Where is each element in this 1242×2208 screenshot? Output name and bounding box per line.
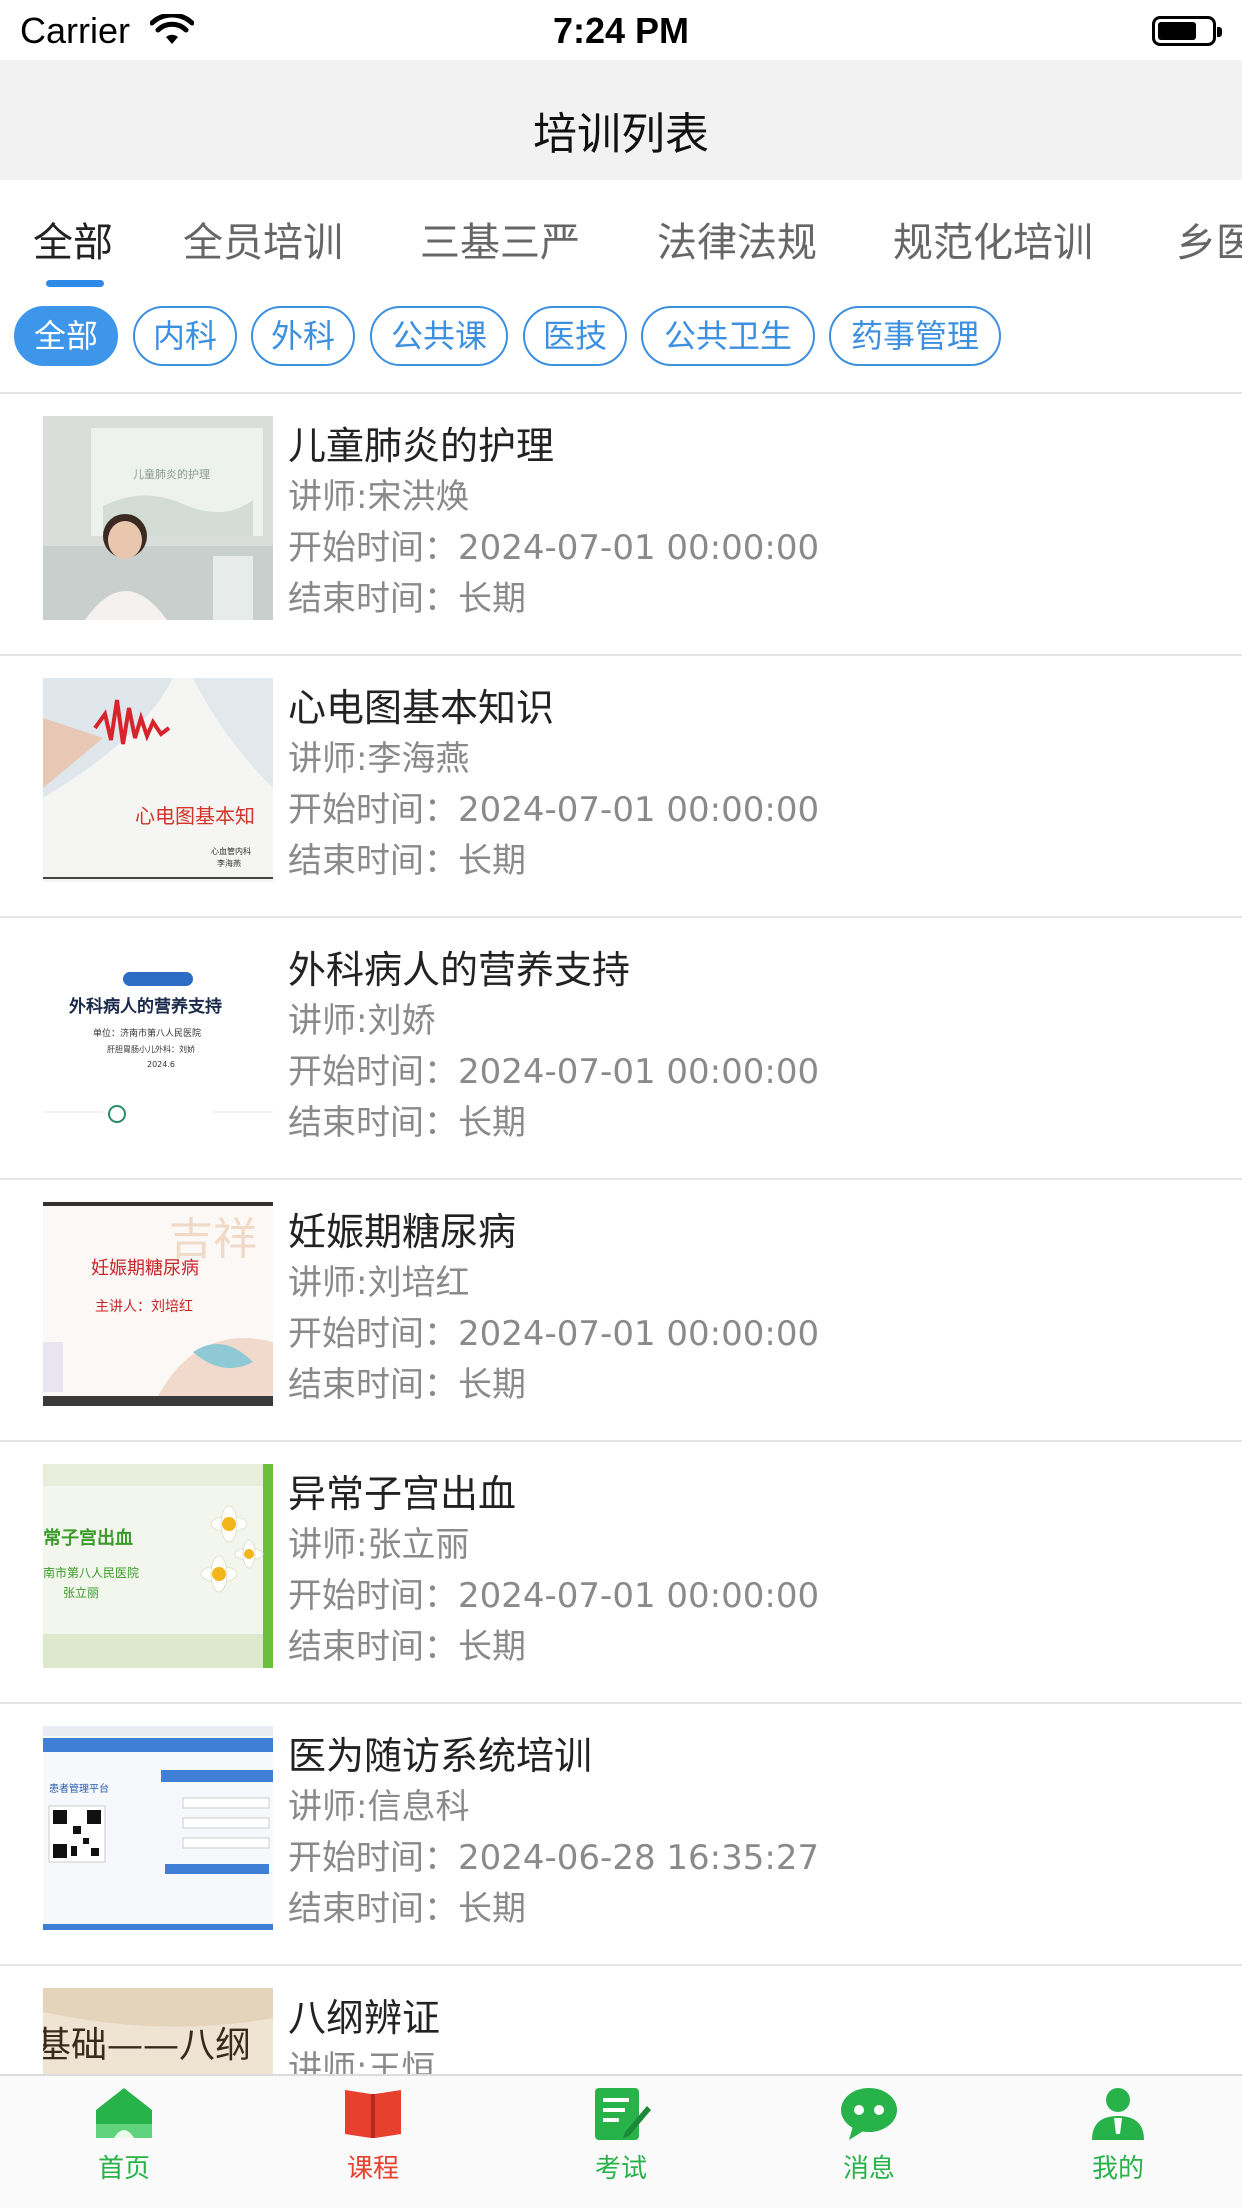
tab-standardized-training[interactable]: 规范化培训: [893, 210, 1093, 268]
navigation-bar: 培训列表: [0, 60, 1242, 180]
course-teacher: 讲师:刘培红: [288, 1263, 470, 1303]
thumbnail-caption: 基础——八纲: [43, 2025, 252, 2066]
course-start-time: 开始时间：2024-07-01 00:00:00: [288, 790, 820, 830]
tab-three-basics[interactable]: 三基三严: [420, 210, 580, 268]
course-end-time: 结束时间：长期: [288, 1103, 526, 1143]
thumbnail-caption-sub: 2024.6: [147, 1060, 175, 1069]
course-title: 外科病人的营养支持: [288, 948, 631, 992]
course-item[interactable]: 患者管理平台 医为随访系统培训 讲师:信息科 开始时间：2024-06-28 1…: [0, 1704, 1242, 1966]
category-tabs: 全部 全员培训 三基三严 法律法规 规范化培训 乡医: [0, 180, 1242, 292]
course-end-time: 结束时间：长期: [288, 1889, 526, 1929]
course-thumbnail: 患者管理平台: [43, 1726, 273, 1930]
course-start-time: 开始时间：2024-07-01 00:00:00: [288, 1052, 820, 1092]
course-teacher: 讲师:张立丽: [288, 1525, 470, 1565]
course-item[interactable]: 心电图基本知 心血管内科 李海燕 心电图基本知识 讲师:李海燕 开始时间：202…: [0, 656, 1242, 918]
chip-medical-technology[interactable]: 医技: [523, 306, 627, 366]
course-start-time: 开始时间：2024-07-01 00:00:00: [288, 528, 820, 568]
exam-icon: [595, 2088, 651, 2140]
course-thumbnail: 基础——八纲: [43, 1988, 273, 2074]
course-item[interactable]: 吉祥 妊娠期糖尿病 主讲人：刘培红 妊娠期糖尿病 讲师:刘培红 开始时间：202…: [0, 1180, 1242, 1442]
course-thumbnail: 心电图基本知 心血管内科 李海燕: [43, 678, 273, 882]
course-item[interactable]: 常子宫出血 南市第八人民医院 张立丽 异常子宫出血 讲师:张立丽 开始时间：20…: [0, 1442, 1242, 1704]
thumbnail-caption: 常子宫出血: [43, 1528, 133, 1549]
thumbnail-caption-sub: 李海燕: [217, 859, 241, 868]
course-title: 医为随访系统培训: [288, 1734, 593, 1778]
course-item[interactable]: 儿童肺炎的护理 儿童肺炎的护理 讲师:宋洪焕 开始时间：2024-07-01 0…: [0, 394, 1242, 656]
course-teacher: 讲师:宋洪焕: [288, 477, 470, 517]
tabbar-label: 考试: [594, 2154, 647, 2184]
thumbnail-caption-sub: 心血管内科: [211, 847, 251, 856]
course-title: 异常子宫出血: [288, 1472, 517, 1516]
course-thumbnail: 儿童肺炎的护理: [43, 416, 273, 620]
tab-all[interactable]: 全部: [33, 210, 113, 268]
tabbar-home[interactable]: 首页: [44, 2084, 204, 2204]
tabbar-messages[interactable]: 消息: [789, 2084, 949, 2204]
tabbar-exam[interactable]: 考试: [541, 2084, 701, 2204]
chip-pharmacy-management[interactable]: 药事管理: [829, 306, 1001, 366]
thumbnail-caption-sub: 张立丽: [63, 1586, 100, 1600]
tab-all-staff-training[interactable]: 全员培训: [183, 210, 343, 268]
tabbar-label: 消息: [842, 2154, 895, 2184]
clock-time: 7:24 PM: [552, 10, 690, 51]
course-start-time: 开始时间：2024-07-01 00:00:00: [288, 1576, 820, 1616]
course-teacher: 讲师:刘娇: [288, 1001, 436, 1041]
thumbnail-caption: 患者管理平台: [49, 1784, 109, 1795]
course-end-time: 结束时间：长期: [288, 1365, 526, 1405]
thumbnail-caption: 外科病人的营养支持: [69, 997, 222, 1017]
course-end-time: 结束时间：长期: [288, 579, 526, 619]
tab-laws-regulations[interactable]: 法律法规: [657, 210, 817, 268]
tabbar-label: 首页: [97, 2154, 150, 2184]
tab-rural-doctor[interactable]: 乡医: [1176, 210, 1242, 268]
thumbnail-caption-sub: 南市第八人民医院: [43, 1566, 140, 1580]
home-icon: [96, 2088, 152, 2138]
course-title: 心电图基本知识: [288, 686, 555, 730]
thumbnail-caption-sub: 肝胆胃肠小儿外科：刘娇: [107, 1045, 195, 1054]
page-title: 培训列表: [533, 109, 709, 160]
chip-all[interactable]: 全部: [14, 306, 118, 366]
course-teacher: 讲师:李海燕: [288, 739, 470, 779]
course-title: 妊娠期糖尿病: [288, 1210, 517, 1254]
department-filter-chips: 全部 内科 外科 公共课 医技 公共卫生 药事管理: [0, 300, 1242, 392]
tabbar-label: 我的: [1091, 2154, 1144, 2184]
course-start-time: 开始时间：2024-07-01 00:00:00: [288, 1314, 820, 1354]
thumbnail-caption-sub: 主讲人：刘培红: [95, 1299, 193, 1315]
thumbnail-caption: 儿童肺炎的护理: [133, 468, 210, 481]
book-icon: [345, 2090, 401, 2138]
course-title: 儿童肺炎的护理: [288, 424, 555, 468]
tabbar-courses[interactable]: 课程: [293, 2084, 453, 2204]
course-teacher: 讲师:王恒: [288, 2049, 436, 2074]
course-thumbnail: 常子宫出血 南市第八人民医院 张立丽: [43, 1464, 273, 1668]
bottom-tab-bar: 首页 课程 考试 消息 我的: [0, 2074, 1242, 2208]
course-teacher: 讲师:信息科: [288, 1787, 470, 1827]
course-item[interactable]: 基础——八纲 八纲辨证 讲师:王恒: [0, 1966, 1242, 2074]
message-icon: [841, 2088, 897, 2140]
course-list: 儿童肺炎的护理 儿童肺炎的护理 讲师:宋洪焕 开始时间：2024-07-01 0…: [0, 394, 1242, 2074]
course-thumbnail: 吉祥 妊娠期糖尿病 主讲人：刘培红: [43, 1202, 273, 1406]
chip-public-course[interactable]: 公共课: [370, 306, 508, 366]
active-tab-indicator: [46, 280, 104, 287]
tabbar-label: 课程: [346, 2154, 399, 2184]
chip-internal-medicine[interactable]: 内科: [133, 306, 237, 366]
user-icon: [1092, 2088, 1144, 2140]
chip-public-health[interactable]: 公共卫生: [641, 306, 815, 366]
course-start-time: 开始时间：2024-06-28 16:35:27: [288, 1838, 820, 1878]
status-bar: Carrier 7:24 PM: [0, 0, 1242, 60]
course-title: 八纲辨证: [288, 1996, 441, 2040]
battery-icon: [1152, 16, 1222, 46]
course-item[interactable]: 外科病人的营养支持 单位：济南市第八人民医院 肝胆胃肠小儿外科：刘娇 2024.…: [0, 918, 1242, 1180]
course-thumbnail: 外科病人的营养支持 单位：济南市第八人民医院 肝胆胃肠小儿外科：刘娇 2024.…: [43, 940, 273, 1144]
chip-surgery[interactable]: 外科: [251, 306, 355, 366]
tabbar-profile[interactable]: 我的: [1038, 2084, 1198, 2204]
thumbnail-caption: 心电图基本知: [135, 804, 255, 828]
thumbnail-caption-sub: 单位：济南市第八人民医院: [93, 1029, 202, 1039]
course-end-time: 结束时间：长期: [288, 1627, 526, 1667]
thumbnail-caption: 妊娠期糖尿病: [91, 1258, 199, 1279]
course-end-time: 结束时间：长期: [288, 841, 526, 881]
